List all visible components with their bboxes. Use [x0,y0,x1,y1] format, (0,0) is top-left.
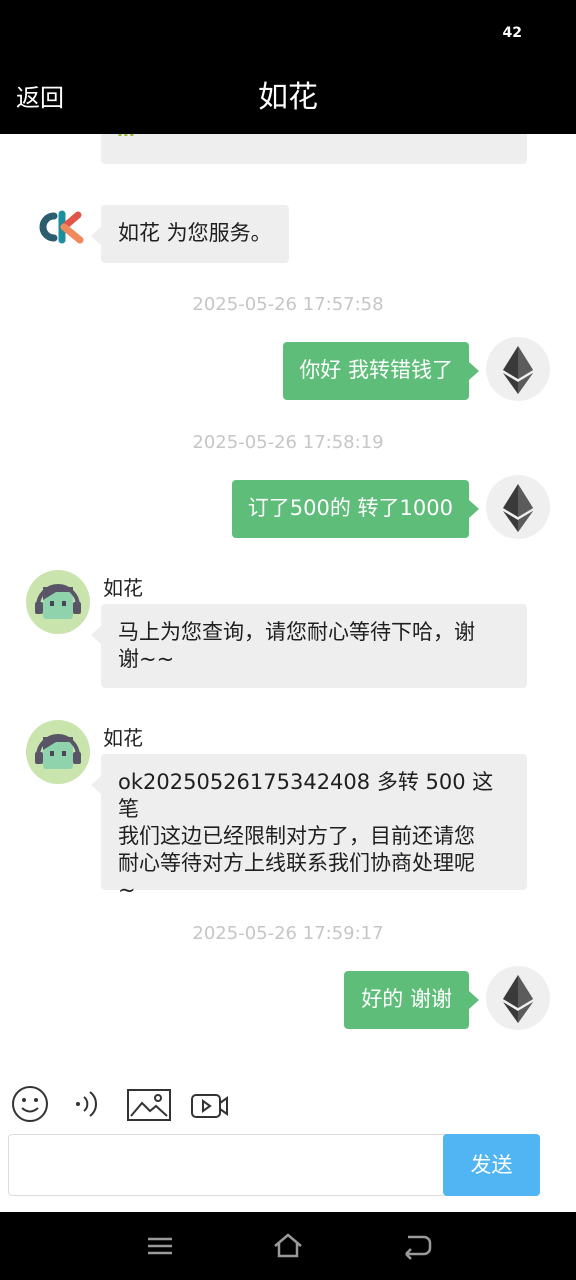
timestamp: 2025-05-26 17:59:17 [192,923,384,944]
ethereum-icon [503,484,533,532]
ethereum-icon [503,346,533,394]
home-icon[interactable] [272,1232,304,1264]
composer: 发送 [8,1134,540,1196]
ck-logo-avatar [34,210,86,244]
user-avatar[interactable] [486,475,550,539]
menu-icon[interactable] [146,1232,174,1264]
message-text-line: ~ [118,878,136,902]
timestamp: 2025-05-26 17:57:58 [192,294,384,315]
message-text-line: ok20250526175342408 多转 500 这笔 [118,770,494,821]
message-text: 好的 谢谢 [361,987,452,1011]
message-text-line: 我们这边已经限制对方了，目前还请您 [118,824,475,848]
message-bubble-partial: m [101,134,527,164]
voice-icon[interactable] [72,1088,104,1124]
chat-screen: 42 返回 如花 m 如花 为您服务。 2025-05-26 17:57:58 … [0,0,576,1280]
sender-name: 如花 [103,576,143,600]
message-bubble-outgoing: 订了500的 转了1000 [231,480,480,538]
message-text: 订了500的 转了1000 [247,496,453,520]
message-bubble-outgoing: 好的 谢谢 [344,971,479,1029]
timestamp: 2025-05-26 17:58:19 [192,432,384,453]
message-text-line: 谢~~ [118,647,175,671]
message-bubble-agent: ok20250526175342408 多转 500 这笔 我们这边已经限制对方… [91,754,527,902]
sender-name: 如花 [103,726,143,750]
message-text-line: 耐心等待对方上线联系我们协商处理呢 [118,851,475,875]
message-bubble-system: 如花 为您服务。 [91,205,289,263]
ethereum-icon [503,975,533,1023]
battery-level: 42 [502,25,522,41]
back-nav-icon[interactable] [402,1232,432,1264]
send-button[interactable]: 发送 [443,1134,540,1196]
emoji-icon[interactable] [11,1085,49,1127]
message-list[interactable]: m 如花 为您服务。 2025-05-26 17:57:58 你好 我转错钱了 [0,134,576,1074]
page-title: 如花 [258,80,318,115]
user-avatar[interactable] [486,337,550,401]
status-bar: 42 [0,0,576,66]
message-text: 你好 我转错钱了 [299,358,453,382]
message-bubble-agent: 马上为您查询，请您耐心等待下哈，谢 谢~~ [91,604,527,688]
message-bubble-outgoing: 你好 我转错钱了 [283,342,479,400]
headset-agent-icon [35,734,81,769]
headset-agent-icon [35,584,81,619]
message-text: 如花 为您服务。 [118,221,272,245]
system-nav-bar [0,1212,576,1280]
user-avatar[interactable] [486,966,550,1030]
message-text-line: 马上为您查询，请您耐心等待下哈，谢 [118,620,475,644]
header: 返回 如花 [0,66,576,134]
message-input[interactable] [10,1136,442,1194]
video-icon[interactable] [191,1092,229,1124]
image-icon[interactable] [127,1089,171,1125]
agent-avatar[interactable] [26,720,90,784]
agent-avatar[interactable] [26,570,90,634]
message-text: m [117,134,135,145]
